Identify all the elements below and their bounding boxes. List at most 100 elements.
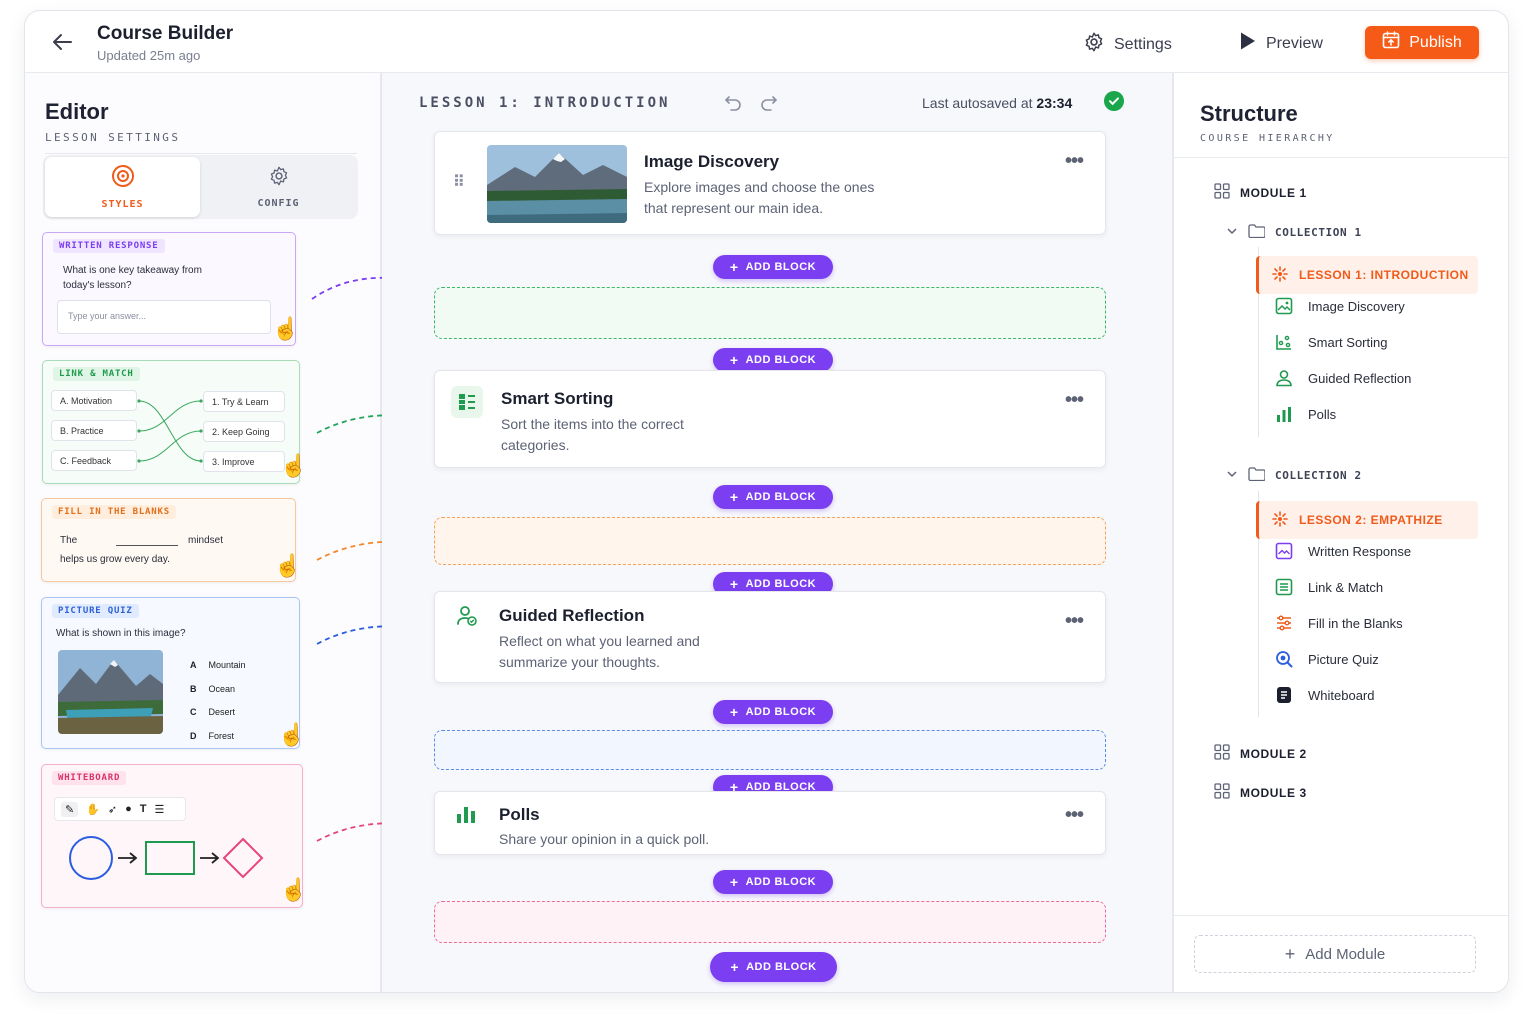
sentence-line-2: helps us grow every day. — [60, 554, 170, 565]
block-description: that represent our main idea. — [644, 200, 823, 216]
whiteboard-shapes — [69, 836, 264, 880]
drop-zone-blue[interactable] — [434, 730, 1106, 770]
add-block-button[interactable]: + ADD BLOCK — [713, 700, 833, 724]
divider — [1174, 157, 1508, 158]
grid-icon — [1214, 183, 1230, 202]
picture-quiz-template[interactable]: PICTURE QUIZ What is shown in this image… — [41, 597, 305, 749]
mountain-lake-image — [487, 145, 627, 223]
answer-input[interactable]: Type your answer... — [57, 300, 271, 334]
quiz-option[interactable]: C Desert — [190, 701, 246, 725]
tree-lesson-1[interactable]: LESSON 1: INTRODUCTION — [1256, 256, 1478, 294]
drop-zone-pink[interactable] — [434, 901, 1106, 943]
bar-chart-icon — [1274, 404, 1294, 424]
tree-module-3[interactable]: MODULE 3 — [1214, 783, 1307, 802]
plus-icon: + — [729, 489, 739, 505]
tree-item-link-match[interactable]: Link & Match — [1274, 577, 1383, 597]
tree-item-polls[interactable]: Polls — [1274, 404, 1336, 424]
check-circle-icon — [1104, 91, 1124, 111]
tree-item-smart-sorting[interactable]: Smart Sorting — [1274, 332, 1387, 352]
more-options-icon[interactable]: ••• — [1065, 804, 1084, 827]
lesson-settings-label: LESSON SETTINGS — [45, 131, 181, 144]
add-module-button[interactable]: + Add Module — [1194, 935, 1476, 973]
target-icon — [111, 164, 135, 191]
item-label: Image Discovery — [1308, 298, 1405, 314]
add-block-label: ADD BLOCK — [745, 261, 817, 273]
pointer-hand-icon: ☝ — [280, 453, 308, 478]
redo-icon[interactable] — [760, 93, 778, 116]
back-arrow-icon[interactable] — [47, 27, 77, 57]
pencil-icon[interactable]: ✎ — [61, 801, 79, 817]
tab-styles[interactable]: STYLES — [45, 157, 200, 217]
tree-module-1[interactable]: MODULE 1 — [1214, 183, 1307, 202]
more-options-icon[interactable]: ••• — [1065, 610, 1084, 633]
sliders-icon[interactable]: ☰ — [155, 803, 165, 816]
whiteboard-icon — [1274, 685, 1294, 705]
bar-chart-icon — [455, 804, 477, 829]
tree-item-whiteboard[interactable]: Whiteboard — [1274, 685, 1374, 705]
image-edit-icon — [1274, 541, 1294, 561]
add-block-button[interactable]: + ADD BLOCK — [713, 870, 833, 894]
tree-item-written-response[interactable]: Written Response — [1274, 541, 1411, 561]
drop-zone-orange[interactable] — [434, 517, 1106, 565]
tree-item-fill-blanks[interactable]: Fill in the Blanks — [1274, 613, 1403, 633]
structure-panel: Structure COURSE HIERARCHY MODULE 1 COLL… — [1172, 73, 1508, 992]
course-hierarchy-label: COURSE HIERARCHY — [1200, 133, 1335, 144]
publish-label: Publish — [1409, 33, 1462, 51]
circle-fill-icon[interactable]: ● — [125, 803, 132, 815]
quiz-option[interactable]: A Mountain — [190, 654, 246, 678]
module-label: MODULE 2 — [1240, 746, 1307, 761]
image-icon — [1274, 296, 1294, 316]
more-options-icon[interactable]: ••• — [1065, 150, 1084, 173]
tree-module-2[interactable]: MODULE 2 — [1214, 744, 1307, 763]
autosave-label: Last autosaved at — [922, 95, 1033, 111]
add-block-button[interactable]: + ADD BLOCK — [710, 952, 837, 982]
plus-icon: + — [729, 874, 739, 890]
block-description: Share your opinion in a quick poll. — [499, 831, 710, 847]
tree-lesson-2[interactable]: LESSON 2: EMPATHIZE — [1256, 501, 1478, 539]
fill-blanks-template[interactable]: FILL IN THE BLANKS The mindset helps us … — [41, 498, 301, 582]
user-icon — [1274, 368, 1294, 388]
block-title: Image Discovery — [644, 152, 780, 171]
drop-zone-green[interactable] — [434, 287, 1106, 339]
tree-item-guided-reflection[interactable]: Guided Reflection — [1274, 368, 1411, 388]
template-tag: WRITTEN RESPONSE — [53, 239, 165, 253]
quiz-option[interactable]: B Ocean — [190, 678, 246, 702]
text-tool-icon[interactable]: T — [140, 803, 147, 815]
block-title: Smart Sorting — [501, 389, 614, 408]
add-block-label: ADD BLOCK — [745, 876, 817, 888]
add-module-label: Add Module — [1305, 945, 1386, 963]
block-smart-sorting[interactable]: Smart Sorting Sort the items into the co… — [434, 370, 1106, 468]
block-guided-reflection[interactable]: Guided Reflection Reflect on what you le… — [434, 591, 1106, 683]
link-match-template[interactable]: LINK & MATCH A. Motivation B. Practice C… — [42, 360, 307, 484]
block-image-discovery[interactable]: ⠿ Image Discovery Explore images and cho… — [434, 131, 1106, 235]
grid-icon — [1214, 744, 1230, 763]
more-options-icon[interactable]: ••• — [1065, 389, 1084, 412]
publish-button[interactable]: Publish — [1365, 26, 1479, 59]
settings-button[interactable]: Settings — [1083, 31, 1172, 58]
template-tag: FILL IN THE BLANKS — [52, 505, 176, 519]
tree-collection-1[interactable]: COLLECTION 1 — [1226, 224, 1362, 241]
preview-button[interactable]: Preview — [1239, 31, 1323, 56]
quiz-option[interactable]: D Forest — [190, 725, 246, 749]
hand-tool-icon[interactable]: ✋ — [86, 803, 100, 816]
drag-handle-icon[interactable]: ⠿ — [453, 172, 465, 192]
tree-item-image-discovery[interactable]: Image Discovery — [1274, 296, 1405, 316]
block-description: categories. — [501, 437, 570, 453]
brush-icon[interactable]: ➶ — [108, 803, 117, 816]
whiteboard-template[interactable]: WHITEBOARD ✎ ✋ ➶ ● T ☰ ☝ — [41, 764, 307, 908]
item-label: Whiteboard — [1308, 687, 1375, 703]
tab-config[interactable]: CONFIG — [201, 157, 356, 217]
item-label: Fill in the Blanks — [1308, 615, 1403, 631]
undo-icon[interactable] — [724, 93, 742, 116]
block-polls[interactable]: Polls Share your opinion in a quick poll… — [434, 791, 1106, 855]
top-bar: Course Builder Updated 25m ago Settings … — [25, 11, 1508, 73]
tree-item-picture-quiz[interactable]: Picture Quiz — [1274, 649, 1379, 669]
add-block-button[interactable]: + ADD BLOCK — [713, 255, 833, 279]
add-block-button[interactable]: + ADD BLOCK — [713, 348, 833, 372]
item-label: Link & Match — [1308, 579, 1384, 595]
tree-collection-2[interactable]: COLLECTION 2 — [1226, 467, 1362, 484]
block-description: Explore images and choose the ones — [644, 179, 875, 195]
sorting-icon — [451, 386, 483, 418]
add-block-button[interactable]: + ADD BLOCK — [713, 485, 833, 509]
written-response-template[interactable]: WRITTEN RESPONSE What is one key takeawa… — [42, 232, 299, 346]
